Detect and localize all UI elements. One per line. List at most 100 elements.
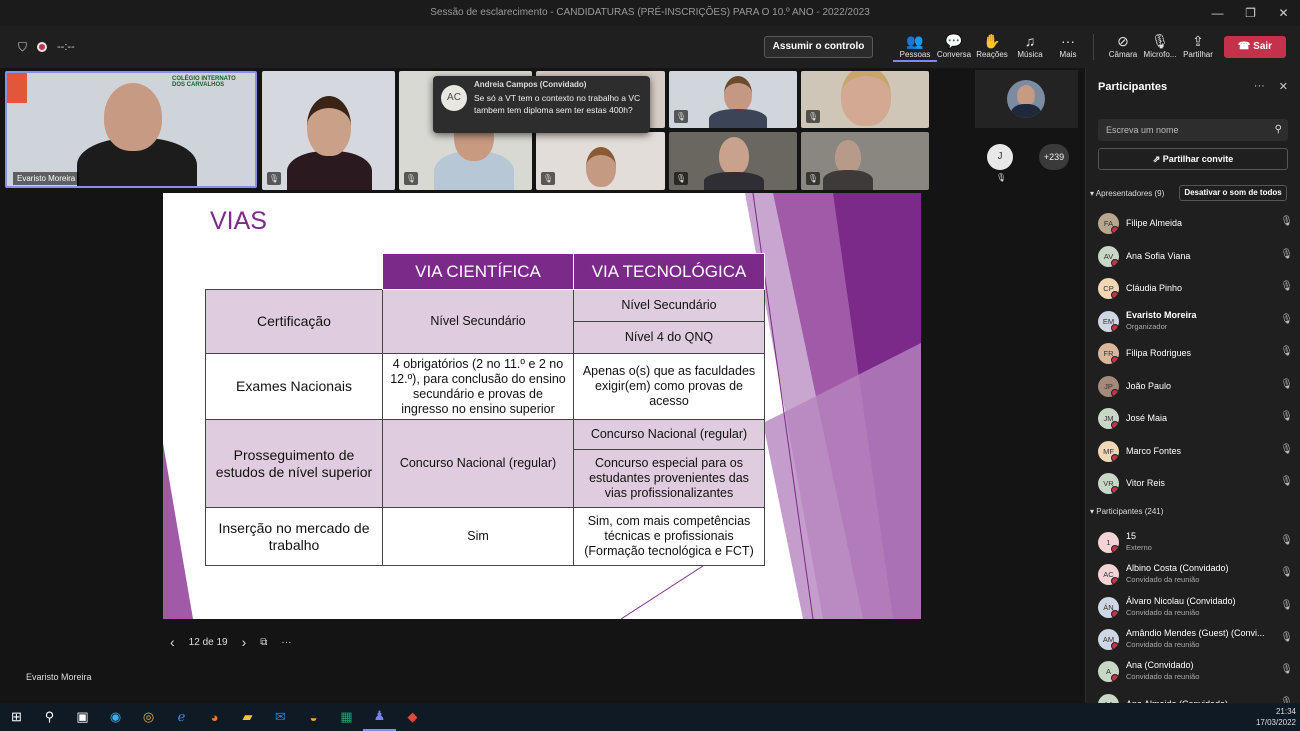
slide-more-icon[interactable]: ··· xyxy=(281,637,291,648)
overflow-count-button[interactable]: +239 xyxy=(1039,144,1069,170)
teams-icon: ♟ xyxy=(373,708,386,723)
system-clock[interactable]: 21:34 17/03/2022 xyxy=(1256,706,1296,728)
avatar-j[interactable]: J xyxy=(987,144,1013,170)
participant-search-input[interactable]: Escreva um nome ⚲ xyxy=(1098,119,1288,141)
cell-exames-tecnologica: Apenas o(s) que as faculdades exigir(em)… xyxy=(573,353,765,420)
mic-off-icon[interactable]: 🎙 xyxy=(1280,314,1293,325)
mic-icon[interactable]: 🎙 xyxy=(1280,535,1293,546)
outlook-app[interactable]: ✉ xyxy=(264,703,297,731)
start-button[interactable]: ⊞ xyxy=(0,703,33,731)
presenters-section-header[interactable]: ▾ Apresentadores (9) xyxy=(1090,189,1164,198)
task-view-icon: ▣ xyxy=(76,709,89,724)
teams-app[interactable]: ♟ xyxy=(363,703,396,731)
panel-more-icon[interactable]: ··· xyxy=(1254,80,1265,93)
participant-row[interactable]: FR Filipa Rodrigues 🎙 xyxy=(1098,339,1293,367)
close-window-button[interactable]: ✕ xyxy=(1267,0,1300,26)
search-taskbar-button[interactable]: ⚲ xyxy=(33,703,66,731)
excel-app[interactable]: ▦ xyxy=(330,703,363,731)
share-invite-button[interactable]: ⇗ Partilhar convite xyxy=(1098,148,1288,170)
participant-avatar: FR xyxy=(1098,343,1119,364)
previous-slide-icon[interactable]: ‹ xyxy=(170,634,175,650)
mic-off-icon[interactable]: 🎙 xyxy=(1280,476,1293,487)
participant-row[interactable]: AAAna Almeida (Convidado)🎙 xyxy=(1098,690,1293,703)
mic-off-icon[interactable]: 🎙 xyxy=(1280,444,1293,455)
video-tile-2[interactable]: 🎙 xyxy=(262,71,395,190)
more-button[interactable]: ··· Mais xyxy=(1046,32,1090,59)
people-button[interactable]: 👥 Pessoas xyxy=(893,32,937,62)
microphone-label: Microfo... xyxy=(1143,50,1177,59)
school-logo: COLÉGIO INTERNATO DOS CARVALHOS xyxy=(172,76,236,88)
pinned-avatar-tile[interactable] xyxy=(975,70,1078,128)
folder-icon: ▰ xyxy=(242,709,253,724)
window-titlebar: Sessão de esclarecimento - CANDIDATURAS … xyxy=(0,0,1300,26)
chrome-app[interactable]: ◎ xyxy=(132,703,165,731)
participant-row[interactable]: AC Albino Costa (Convidado) Convidado da r… xyxy=(1098,560,1293,588)
participant-row[interactable]: EM Evaristo Moreira Organizador 🎙 xyxy=(1098,307,1293,335)
take-control-button[interactable]: Assumir o controlo xyxy=(764,36,873,58)
muted-mic-icon: 🎙 xyxy=(267,172,281,185)
mic-off-icon[interactable]: 🎙 xyxy=(1280,411,1293,422)
video-tile-6[interactable]: 🎙 xyxy=(669,71,797,128)
chat-notification[interactable]: AC Andreia Campos (Convidado) Se só a VT… xyxy=(433,76,650,133)
mute-all-button[interactable]: Desativar o som de todos xyxy=(1179,185,1287,201)
participant-row[interactable]: AM Amândio Mendes (Guest) (Convi... Convid… xyxy=(1098,625,1293,653)
mic-icon[interactable]: 🎙 xyxy=(1280,600,1293,611)
mic-icon[interactable]: 🎙 xyxy=(1280,632,1293,643)
shared-slide: VIAS VIA CIENTÍFICA VIA TECNOLÓGICA Cert… xyxy=(163,193,921,619)
meeting-status: ⛉ --:-- xyxy=(18,26,75,68)
cell-insercao-tecnologica: Sim, com mais competências técnicas e pr… xyxy=(573,507,765,566)
video-tile-8[interactable]: 🎙 xyxy=(669,132,797,190)
task-view-button[interactable]: ▣ xyxy=(66,703,99,731)
leave-button[interactable]: ☎ Sair xyxy=(1224,36,1286,58)
vias-table: VIA CIENTÍFICA VIA TECNOLÓGICA Certifica… xyxy=(205,253,765,566)
mic-off-icon[interactable]: 🎙 xyxy=(1280,216,1293,227)
mic-off-icon[interactable]: 🎙 xyxy=(1280,281,1293,292)
mic-off-icon[interactable]: 🎙 xyxy=(1280,379,1293,390)
participant-row[interactable]: A Ana (Convidado) Convidado da reunião 🎙 xyxy=(1098,657,1293,685)
video-tile-7[interactable]: 🎙 xyxy=(801,71,929,128)
mic-icon[interactable]: 🎙 xyxy=(1280,664,1293,675)
recording-icon xyxy=(37,42,48,52)
participant-role: Convidado da reunião xyxy=(1126,672,1200,682)
search-placeholder: Escreva um nome xyxy=(1106,125,1179,135)
video-tile-5[interactable]: 🎙 xyxy=(536,132,665,190)
mic-off-icon[interactable]: 🎙 xyxy=(1280,346,1293,357)
slide-sync-icon[interactable]: ⧉ xyxy=(260,637,267,648)
participant-row[interactable]: 1 15 Externo 🎙 xyxy=(1098,528,1293,556)
participant-name: Álvaro Nicolau (Convidado) xyxy=(1126,595,1236,606)
participant-name: Ana Sofia Viana xyxy=(1126,250,1191,261)
participant-row[interactable]: VR Vitor Reis 🎙 xyxy=(1098,469,1293,497)
mic-off-icon[interactable]: 🎙 xyxy=(1280,249,1293,260)
participant-row[interactable]: AV Ana Sofia Viana 🎙 xyxy=(1098,242,1293,270)
participant-name: Marco Fontes xyxy=(1126,445,1182,456)
logo-stripe xyxy=(7,73,27,103)
person-head xyxy=(586,147,616,187)
person-head xyxy=(307,96,351,156)
file-explorer-app[interactable]: ▰ xyxy=(231,703,264,731)
participant-row[interactable]: FA Filipe Almeida 🎙 xyxy=(1098,209,1293,237)
participant-row[interactable]: ÁN Álvaro Nicolau (Convidado) Convidado da… xyxy=(1098,593,1293,621)
minimize-button[interactable]: — xyxy=(1201,0,1234,26)
participant-row[interactable]: CP Cláudia Pinho 🎙 xyxy=(1098,274,1293,302)
mail-app[interactable]: ◒ xyxy=(297,703,330,731)
participants-section-header[interactable]: ▾ Participantes (241) xyxy=(1090,507,1163,516)
participant-row[interactable]: MF Marco Fontes 🎙 xyxy=(1098,437,1293,465)
slide-navigation: ‹ 12 de 19 › ⧉ ··· xyxy=(170,632,291,652)
edge-app[interactable]: ◉ xyxy=(99,703,132,731)
maximize-button[interactable]: ❐ xyxy=(1234,0,1267,26)
anydesk-app[interactable]: ◆ xyxy=(396,703,429,731)
video-tile-9[interactable]: 🎙 xyxy=(801,132,929,190)
share-button[interactable]: ⇪ Partilhar xyxy=(1176,32,1220,59)
close-icon[interactable]: ✕ xyxy=(1279,80,1288,93)
firefox-app[interactable]: ◕ xyxy=(198,703,231,731)
participant-row[interactable]: JP João Paulo 🎙 xyxy=(1098,372,1293,400)
participant-name: José Maia xyxy=(1126,413,1168,423)
mic-icon[interactable]: 🎙 xyxy=(1280,567,1293,578)
cell-cert-cientifica: Nível Secundário xyxy=(382,289,574,354)
participant-avatar: ÁN xyxy=(1098,596,1119,618)
participant-row[interactable]: JM José Maia 🎙 xyxy=(1098,404,1293,432)
video-tile-main-speaker[interactable]: COLÉGIO INTERNATO DOS CARVALHOS Evaristo… xyxy=(5,71,257,188)
shield-icon: ⛉ xyxy=(18,39,28,54)
ie-app[interactable]: ℯ xyxy=(165,703,198,731)
next-slide-icon[interactable]: › xyxy=(242,634,247,650)
